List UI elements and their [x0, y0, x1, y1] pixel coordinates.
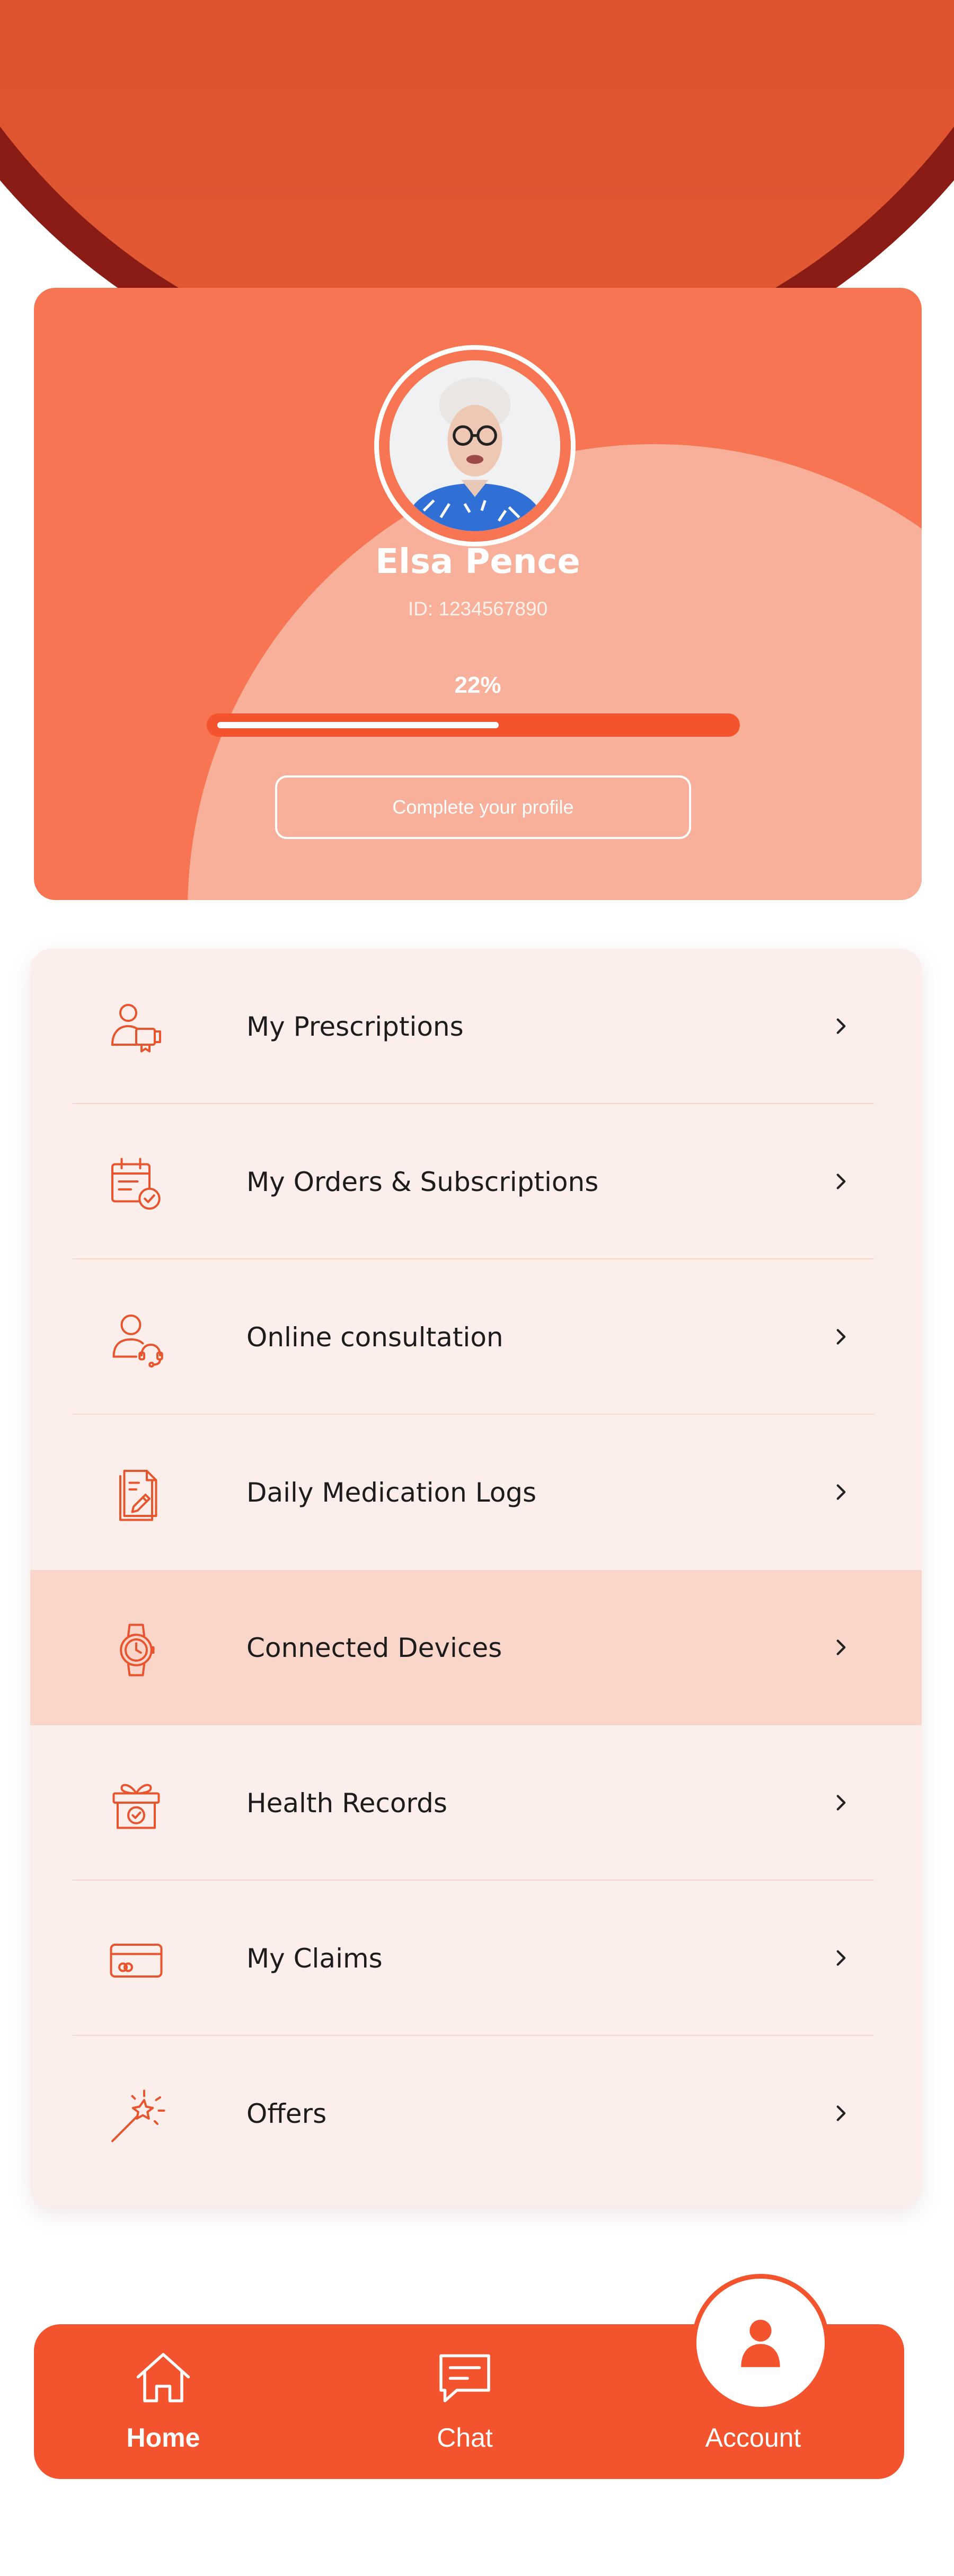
account-menu: My Prescriptions My Orders & Subscriptio… [30, 949, 922, 2208]
consultation-headset-icon [104, 1308, 168, 1371]
menu-item-label: Offers [246, 2098, 327, 2129]
smartwatch-icon [104, 1618, 168, 1682]
nav-home[interactable]: Home [68, 2324, 259, 2479]
user-id: ID: 1234567890 [408, 598, 548, 620]
menu-item-daily-medication-logs[interactable]: Daily Medication Logs [30, 1415, 922, 1570]
profile-progress-bar [207, 713, 740, 737]
nav-chat[interactable]: Chat [369, 2324, 560, 2479]
orders-calendar-icon [104, 1152, 168, 1216]
credit-card-icon [104, 1929, 168, 1992]
menu-item-label: Connected Devices [246, 1632, 502, 1663]
menu-item-my-orders-subscriptions[interactable]: My Orders & Subscriptions [30, 1104, 922, 1259]
nav-home-label: Home [126, 2423, 200, 2453]
menu-item-health-records[interactable]: Health Records [30, 1725, 922, 1881]
profile-card: Elsa Pence ID: 1234567890 22% Complete y… [34, 288, 922, 900]
user-name: Elsa Pence [375, 542, 580, 581]
avatar [390, 360, 560, 531]
chevron-right-icon [836, 1484, 846, 1500]
chevron-right-icon [836, 1174, 846, 1189]
complete-profile-button[interactable]: Complete your profile [275, 775, 691, 839]
menu-item-label: My Prescriptions [246, 1011, 464, 1042]
chevron-right-icon [836, 2105, 846, 2121]
chevron-right-icon [836, 1950, 846, 1966]
menu-item-label: Health Records [246, 1787, 447, 1819]
menu-item-offers[interactable]: Offers [30, 2036, 922, 2191]
chevron-right-icon [836, 1795, 846, 1811]
user-icon [741, 2319, 780, 2367]
chevron-right-icon [836, 1018, 846, 1034]
menu-item-connected-devices[interactable]: Connected Devices [30, 1570, 922, 1725]
account-active-bubble[interactable] [692, 2274, 829, 2412]
nav-account-label: Account [705, 2423, 801, 2453]
health-records-icon [104, 1774, 168, 1837]
menu-item-my-claims[interactable]: My Claims [30, 1881, 922, 2036]
profile-progress-fill [217, 722, 499, 728]
home-icon [131, 2346, 195, 2410]
magic-wand-icon [104, 2084, 168, 2148]
prescription-icon [104, 997, 168, 1061]
chevron-right-icon [836, 1329, 846, 1345]
menu-item-label: My Orders & Subscriptions [246, 1166, 599, 1197]
chevron-right-icon [836, 1639, 846, 1655]
menu-item-label: Daily Medication Logs [246, 1477, 537, 1508]
chat-icon [433, 2346, 497, 2410]
avatar-photo [390, 360, 560, 531]
medication-log-icon [104, 1463, 168, 1527]
nav-chat-label: Chat [437, 2423, 493, 2453]
menu-item-online-consultation[interactable]: Online consultation [30, 1259, 922, 1415]
menu-item-label: Online consultation [246, 1321, 504, 1353]
profile-completion-percent: 22% [454, 672, 501, 698]
menu-item-label: My Claims [246, 1943, 383, 1974]
avatar-ring[interactable] [374, 345, 576, 546]
menu-item-my-prescriptions[interactable]: My Prescriptions [30, 949, 922, 1104]
